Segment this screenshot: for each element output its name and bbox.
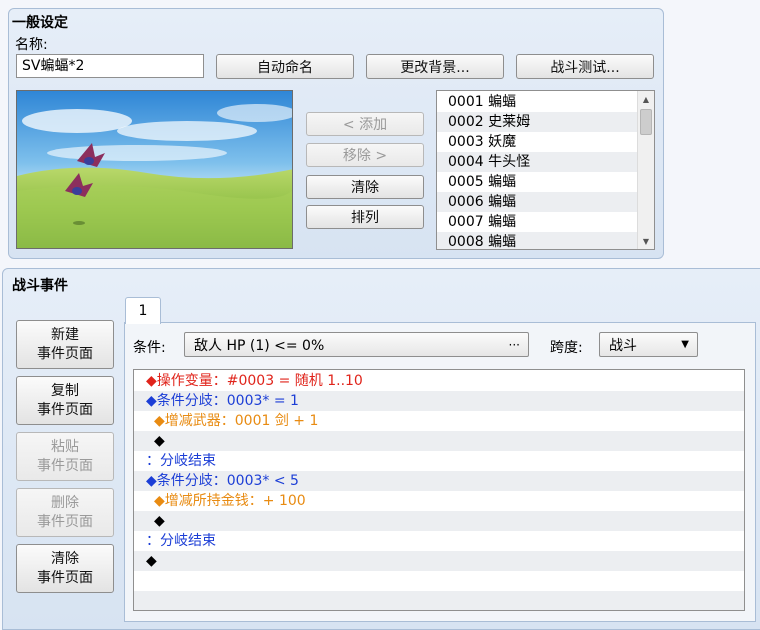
change-background-button[interactable]: 更改背景... xyxy=(366,54,504,79)
paste-label-1: 粘贴 xyxy=(51,438,79,455)
remove-enemy-button[interactable]: 移除 > xyxy=(306,143,424,167)
condition-value: 敌人 HP (1) <= 0% xyxy=(194,337,325,354)
enemy-list-item[interactable]: 0006 蝙蝠 xyxy=(437,192,637,212)
event-command-row[interactable]: ◆增减所持金钱：+ 100 xyxy=(134,491,744,511)
event-command-text: ◆ xyxy=(154,433,165,449)
enemy-list[interactable]: 0001 蝙蝠 0002 史莱姆 0003 妖魔 0004 牛头怪 0005 蝙蝠 000… xyxy=(436,90,655,250)
enemy-list-item[interactable]: 0004 牛头怪 xyxy=(437,152,637,172)
battle-preview[interactable] xyxy=(16,90,293,249)
event-command-text: ：分岐结束 xyxy=(146,453,216,469)
battle-test-button[interactable]: 战斗测试... xyxy=(516,54,654,79)
delete-label-2: 事件页面 xyxy=(37,513,93,530)
event-command-text: ◆增减武器：0001 剑 + 1 xyxy=(154,413,319,429)
clear-enemies-button[interactable]: 清除 xyxy=(306,175,424,199)
clear-label-2: 事件页面 xyxy=(37,569,93,586)
enemy-list-scrollbar[interactable]: ▲ ▼ xyxy=(637,91,654,249)
copy-label-1: 复制 xyxy=(51,382,79,399)
span-select[interactable]: 战斗 ▼ xyxy=(599,332,698,357)
event-command-text: ◆增减所持金钱：+ 100 xyxy=(154,493,306,509)
event-command-text: ◆ xyxy=(146,553,157,569)
event-command-row[interactable]: ◆条件分歧：0003* = 1 xyxy=(134,391,744,411)
add-enemy-button[interactable]: < 添加 xyxy=(306,112,424,136)
scroll-up-icon[interactable]: ▲ xyxy=(638,91,654,107)
event-command-text: ：分岐结束 xyxy=(146,533,216,549)
clear-event-page-button[interactable]: 清除 事件页面 xyxy=(16,544,114,593)
enemy-list-item[interactable]: 0007 蝙蝠 xyxy=(437,212,637,232)
battle-background-image xyxy=(17,91,292,248)
span-label: 跨度: xyxy=(550,340,583,356)
event-command-text: ◆条件分歧：0003* < 5 xyxy=(146,473,299,489)
more-icon: ··· xyxy=(508,337,520,352)
event-command-text: ◆ xyxy=(154,513,165,529)
event-command-row[interactable] xyxy=(134,571,744,591)
span-value: 战斗 xyxy=(609,337,637,354)
paste-label-2: 事件页面 xyxy=(37,457,93,474)
new-label-2: 事件页面 xyxy=(37,345,93,362)
delete-event-page-button[interactable]: 删除 事件页面 xyxy=(16,488,114,537)
paste-event-page-button[interactable]: 粘贴 事件页面 xyxy=(16,432,114,481)
enemy-list-item[interactable]: 0002 史莱姆 xyxy=(437,112,637,132)
tab-page-1[interactable]: 1 xyxy=(125,297,161,324)
enemy-list-item[interactable]: 0008 蝙蝠 xyxy=(437,232,637,249)
event-command-row[interactable] xyxy=(134,591,744,610)
general-settings-title: 一般设定 xyxy=(12,15,68,31)
event-command-row[interactable]: ◆ xyxy=(134,431,744,451)
new-event-page-button[interactable]: 新建 事件页面 xyxy=(16,320,114,369)
copy-label-2: 事件页面 xyxy=(37,401,93,418)
battle-events-title: 战斗事件 xyxy=(12,278,68,294)
copy-event-page-button[interactable]: 复制 事件页面 xyxy=(16,376,114,425)
event-command-row[interactable]: ：分岐结束 xyxy=(134,531,744,551)
enemy-list-item[interactable]: 0005 蝙蝠 xyxy=(437,172,637,192)
condition-label: 条件: xyxy=(133,340,166,356)
delete-label-1: 删除 xyxy=(51,494,79,511)
event-command-row[interactable]: ◆ xyxy=(134,551,744,571)
event-command-row[interactable]: ◆增减武器：0001 剑 + 1 xyxy=(134,411,744,431)
scroll-thumb[interactable] xyxy=(640,109,652,135)
name-label: 名称: xyxy=(15,37,48,53)
event-command-row[interactable]: ◆操作变量：#0003 = 随机 1..10 xyxy=(134,371,744,391)
condition-field[interactable]: 敌人 HP (1) <= 0% ··· xyxy=(184,332,529,357)
enemy-list-item[interactable]: 0001 蝙蝠 xyxy=(437,92,637,112)
event-command-text: ◆操作变量：#0003 = 随机 1..10 xyxy=(146,373,363,389)
auto-name-button[interactable]: 自动命名 xyxy=(216,54,354,79)
clear-label-1: 清除 xyxy=(51,550,79,567)
chevron-down-icon: ▼ xyxy=(681,339,689,350)
name-input[interactable]: SV蝙蝠*2 xyxy=(16,54,204,78)
event-command-row[interactable]: ：分岐结束 xyxy=(134,451,744,471)
arrange-enemies-button[interactable]: 排列 xyxy=(306,205,424,229)
event-command-text: ◆条件分歧：0003* = 1 xyxy=(146,393,299,409)
event-command-row[interactable]: ◆条件分歧：0003* < 5 xyxy=(134,471,744,491)
new-label-1: 新建 xyxy=(51,326,79,343)
event-command-list[interactable]: ◆操作变量：#0003 = 随机 1..10 ◆条件分歧：0003* = 1 ◆增减… xyxy=(133,369,745,611)
scroll-down-icon[interactable]: ▼ xyxy=(638,233,654,249)
event-command-row[interactable]: ◆ xyxy=(134,511,744,531)
enemy-list-item[interactable]: 0003 妖魔 xyxy=(437,132,637,152)
